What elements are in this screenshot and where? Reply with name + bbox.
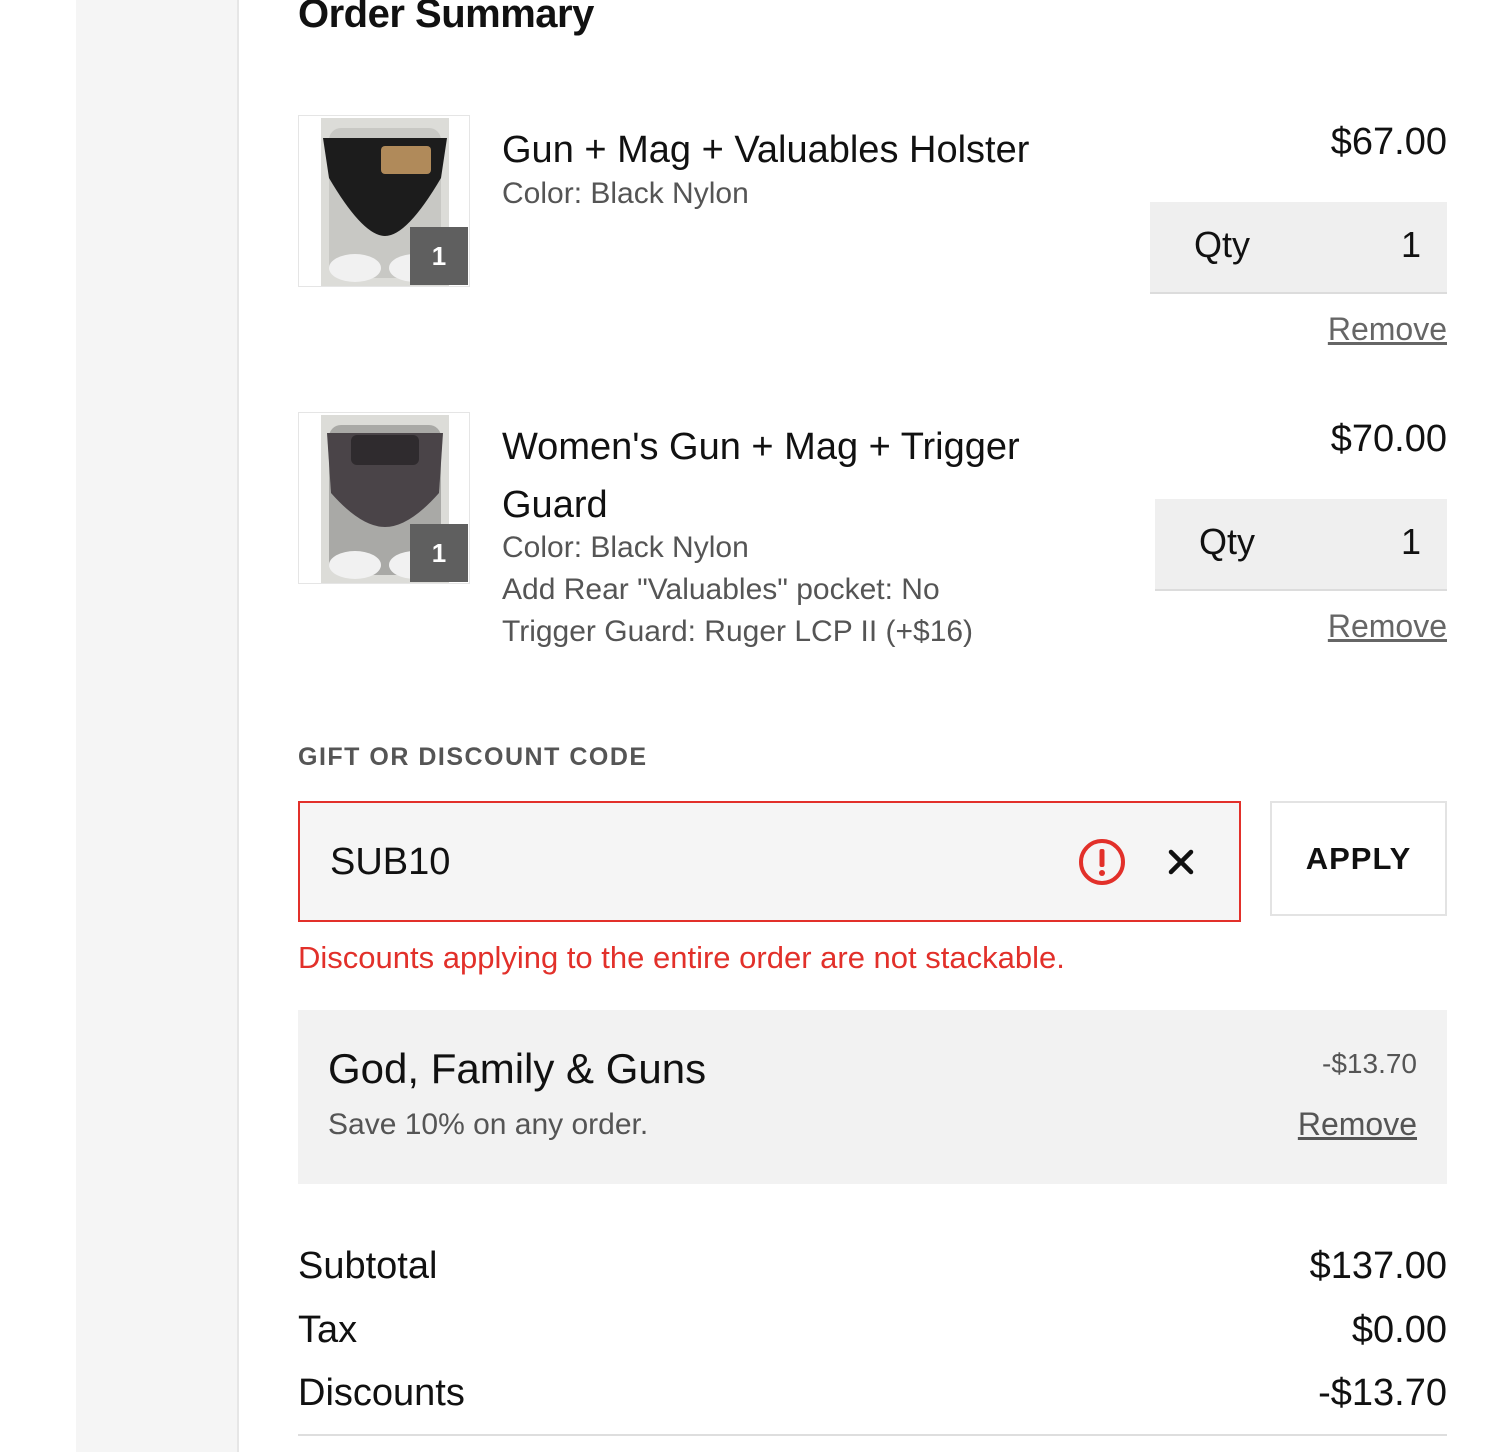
exclamation-circle-icon	[1079, 839, 1125, 885]
close-icon[interactable]	[1166, 847, 1196, 877]
order-summary: Order Summary 1 Gun + Mag + Valuables Ho…	[298, 0, 1447, 1452]
remove-discount-button[interactable]: Remove	[1298, 1106, 1417, 1143]
discount-amount: -$13.70	[1322, 1048, 1417, 1079]
applied-discount: God, Family & Guns Save 10% on any order…	[298, 1010, 1447, 1184]
item-price: $67.00	[1330, 121, 1447, 163]
discount-name: God, Family & Guns	[328, 1045, 707, 1092]
product-name: Women's Gun + Mag + Trigger Guard	[502, 426, 1020, 526]
discount-description: Save 10% on any order.	[328, 1108, 649, 1141]
remove-item-button[interactable]: Remove	[1328, 311, 1447, 348]
discount-error-message: Discounts applying to the entire order a…	[298, 940, 1065, 975]
product-option: Trigger Guard: Ruger LCP II (+$16)	[502, 615, 974, 648]
divider	[298, 1434, 1447, 1436]
product-image[interactable]: 1	[298, 412, 470, 584]
item-price: $70.00	[1330, 418, 1447, 460]
quantity-badge: 1	[410, 227, 468, 285]
quantity-selector[interactable]: Qty 1	[1155, 499, 1447, 591]
qty-label: Qty	[1194, 224, 1251, 265]
tax-label: Tax	[298, 1309, 358, 1351]
product-option: Add Rear "Valuables" pocket: No	[502, 573, 940, 606]
subtotal-label: Subtotal	[298, 1245, 438, 1287]
product-option: Color: Black Nylon	[502, 177, 749, 210]
discount-code-value: SUB10	[330, 841, 451, 883]
remove-item-button[interactable]: Remove	[1328, 608, 1447, 645]
discounts-value: -$13.70	[1318, 1372, 1447, 1414]
discounts-label: Discounts	[298, 1372, 465, 1414]
left-panel	[76, 0, 239, 1452]
tax-value: $0.00	[1351, 1309, 1447, 1351]
apply-button[interactable]: APPLY	[1270, 801, 1447, 916]
cart-item: 1 Women's Gun + Mag + Trigger Guard Colo…	[298, 412, 1447, 662]
qty-value: 1	[1400, 224, 1421, 265]
product-option: Color: Black Nylon	[502, 531, 749, 564]
subtotal-value: $137.00	[1309, 1245, 1447, 1287]
qty-label: Qty	[1199, 521, 1256, 562]
quantity-badge: 1	[410, 524, 468, 582]
qty-value: 1	[1400, 521, 1421, 562]
discount-code-label: GIFT OR DISCOUNT CODE	[298, 743, 648, 771]
page-margin	[0, 0, 76, 1452]
product-name: Gun + Mag + Valuables Holster	[502, 129, 1030, 171]
quantity-selector[interactable]: Qty 1	[1150, 202, 1447, 294]
product-image[interactable]: 1	[298, 115, 470, 287]
discount-code-input[interactable]: SUB10	[298, 801, 1241, 922]
cart-item: 1 Gun + Mag + Valuables Holster Color: B…	[298, 115, 1447, 355]
page-title: Order Summary	[298, 0, 594, 36]
